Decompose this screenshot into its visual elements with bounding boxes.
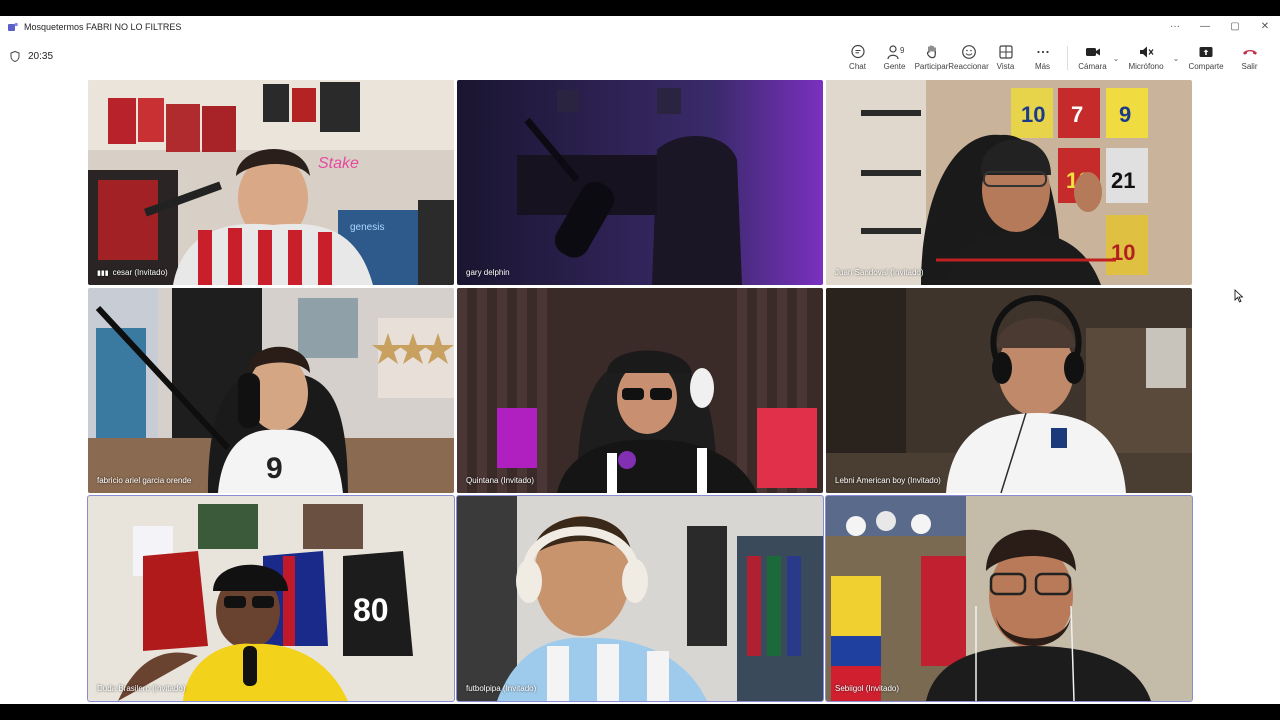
more-options-icon[interactable]: ···: [1160, 16, 1190, 38]
camera-button[interactable]: Cámara: [1074, 38, 1111, 78]
raise-label: Participar: [914, 62, 949, 71]
participant-name: Duda Brasilero (Invitado): [97, 684, 185, 693]
people-label: Gente: [883, 62, 906, 71]
participant-tile[interactable]: 10 7 9 10 21 10 Juan Sandoval (Invitado): [826, 80, 1192, 285]
leave-label: Salir: [1241, 62, 1258, 71]
video-grid: Stake genesis ▮▮▮ cesar (Invitado) gary d…: [87, 80, 1193, 702]
title-bar: Mosquetermos FABRI NO LO FILTRES: [0, 16, 1280, 38]
participant-name: Quintana (Invitado): [466, 476, 534, 485]
timer-value: 20:35: [28, 51, 54, 62]
svg-text:7: 7: [1071, 102, 1083, 127]
participant-tile[interactable]: Lebni American boy (Invitado): [826, 288, 1192, 493]
maximize-button[interactable]: ▢: [1220, 16, 1250, 38]
more-icon: [1036, 50, 1049, 54]
participant-name: futbolpipa (Invitado): [466, 684, 536, 693]
window-title: Mosquetermos FABRI NO LO FILTRES: [24, 22, 182, 32]
participant-name: fabricio ariel garcia orende: [97, 476, 191, 485]
more-label: Más: [1034, 62, 1051, 71]
meeting-timer: 20:35: [10, 51, 53, 62]
participant-name-text: Juan Sandoval (Invitado): [835, 268, 924, 277]
view-label: Vista: [996, 62, 1015, 71]
participant-tile[interactable]: 9 fabricio ariel garcia orende: [88, 288, 454, 493]
participant-name-text: fabricio ariel garcia orende: [97, 476, 192, 485]
camera-label: Cámara: [1078, 62, 1107, 71]
mic-options-chevron-icon[interactable]: ⌄: [1171, 38, 1181, 78]
participant-name: Juan Sandoval (Invitado): [835, 268, 924, 277]
video-feed: Stake genesis: [88, 80, 454, 285]
mouse-pointer-icon: [1234, 289, 1244, 303]
meeting-toolbar: 20:35 Chat 9 Gente Participar Reaccionar: [0, 38, 1280, 78]
participant-name: Lebni American boy (Invitado): [835, 476, 941, 485]
raise-hand-button[interactable]: Participar: [913, 38, 950, 78]
chat-button[interactable]: Chat: [839, 38, 876, 78]
video-feed: [826, 496, 1192, 701]
participant-tile[interactable]: Quintana (Invitado): [457, 288, 823, 493]
participant-tile[interactable]: Sebiigol (Invitado): [825, 495, 1193, 702]
grid-view-icon: [998, 45, 1013, 59]
share-button[interactable]: Comparte: [1181, 38, 1231, 78]
people-count: 9: [900, 46, 905, 55]
video-feed: 80: [88, 496, 454, 701]
participant-tile[interactable]: 80 Duda Brasilero (Invitado): [87, 495, 455, 702]
shield-icon: [10, 51, 20, 62]
camera-icon: [1085, 48, 1100, 56]
more-button[interactable]: Más: [1024, 38, 1061, 78]
participant-name-text: Lebni American boy (Invitado): [835, 476, 941, 485]
video-feed: [457, 288, 823, 493]
svg-text:genesis: genesis: [350, 222, 384, 233]
chat-label: Chat: [849, 62, 866, 71]
smile-icon: [961, 45, 976, 59]
participant-name-text: Quintana (Invitado): [466, 476, 535, 485]
svg-text:80: 80: [353, 592, 389, 628]
people-button[interactable]: 9 Gente: [876, 38, 913, 78]
close-button[interactable]: ✕: [1250, 16, 1280, 38]
participant-name-text: cesar (Invitado): [112, 268, 168, 277]
leave-button[interactable]: Salir: [1231, 38, 1268, 78]
svg-text:21: 21: [1111, 168, 1135, 193]
participant-name: gary delphin: [466, 268, 510, 277]
video-feed: [457, 80, 823, 285]
react-label: Reaccionar: [948, 62, 989, 71]
participant-name: ▮▮▮ cesar (Invitado): [97, 268, 168, 277]
toolbar-divider: [1067, 46, 1068, 70]
svg-text:9: 9: [1119, 102, 1131, 127]
participant-tile[interactable]: gary delphin: [457, 80, 823, 285]
share-label: Comparte: [1188, 62, 1224, 71]
react-button[interactable]: Reaccionar: [948, 38, 989, 78]
share-icon: [1199, 47, 1213, 57]
teams-icon: [8, 22, 18, 31]
hang-up-icon: [1242, 50, 1257, 55]
window-controls: ··· — ▢ ✕: [1160, 16, 1280, 38]
video-feed: 9: [88, 288, 454, 493]
hand-icon: [926, 45, 936, 59]
video-feed: [457, 496, 823, 701]
meeting-window: Mosquetermos FABRI NO LO FILTRES ··· — ▢…: [0, 16, 1280, 704]
speaker-muted-icon: [1140, 46, 1154, 58]
mic-button[interactable]: Micrófono: [1121, 38, 1171, 78]
participant-name: Sebiigol (Invitado): [835, 684, 899, 693]
chat-icon: [850, 44, 865, 59]
participant-name-text: Sebiigol (Invitado): [835, 684, 900, 693]
participant-name-text: gary delphin: [466, 268, 510, 277]
participant-tile[interactable]: futbolpipa (Invitado): [456, 495, 824, 702]
toolbar-actions: Chat 9 Gente Participar Reaccionar Vista: [839, 38, 1268, 78]
svg-text:9: 9: [266, 452, 283, 485]
participant-tile[interactable]: Stake genesis ▮▮▮ cesar (Invitado): [88, 80, 454, 285]
video-feed: 10 7 9 10 21 10: [826, 80, 1192, 285]
mic-label: Micrófono: [1128, 62, 1164, 71]
signal-icon: ▮▮▮: [97, 269, 109, 277]
participant-name-text: futbolpipa (Invitado): [466, 684, 537, 693]
video-feed: [826, 288, 1192, 493]
svg-text:10: 10: [1021, 102, 1045, 127]
participant-name-text: Duda Brasilero (Invitado): [97, 684, 186, 693]
camera-options-chevron-icon[interactable]: ⌄: [1111, 38, 1121, 78]
view-button[interactable]: Vista: [987, 38, 1024, 78]
minimize-button[interactable]: —: [1190, 16, 1220, 38]
svg-text:Stake: Stake: [318, 155, 359, 172]
